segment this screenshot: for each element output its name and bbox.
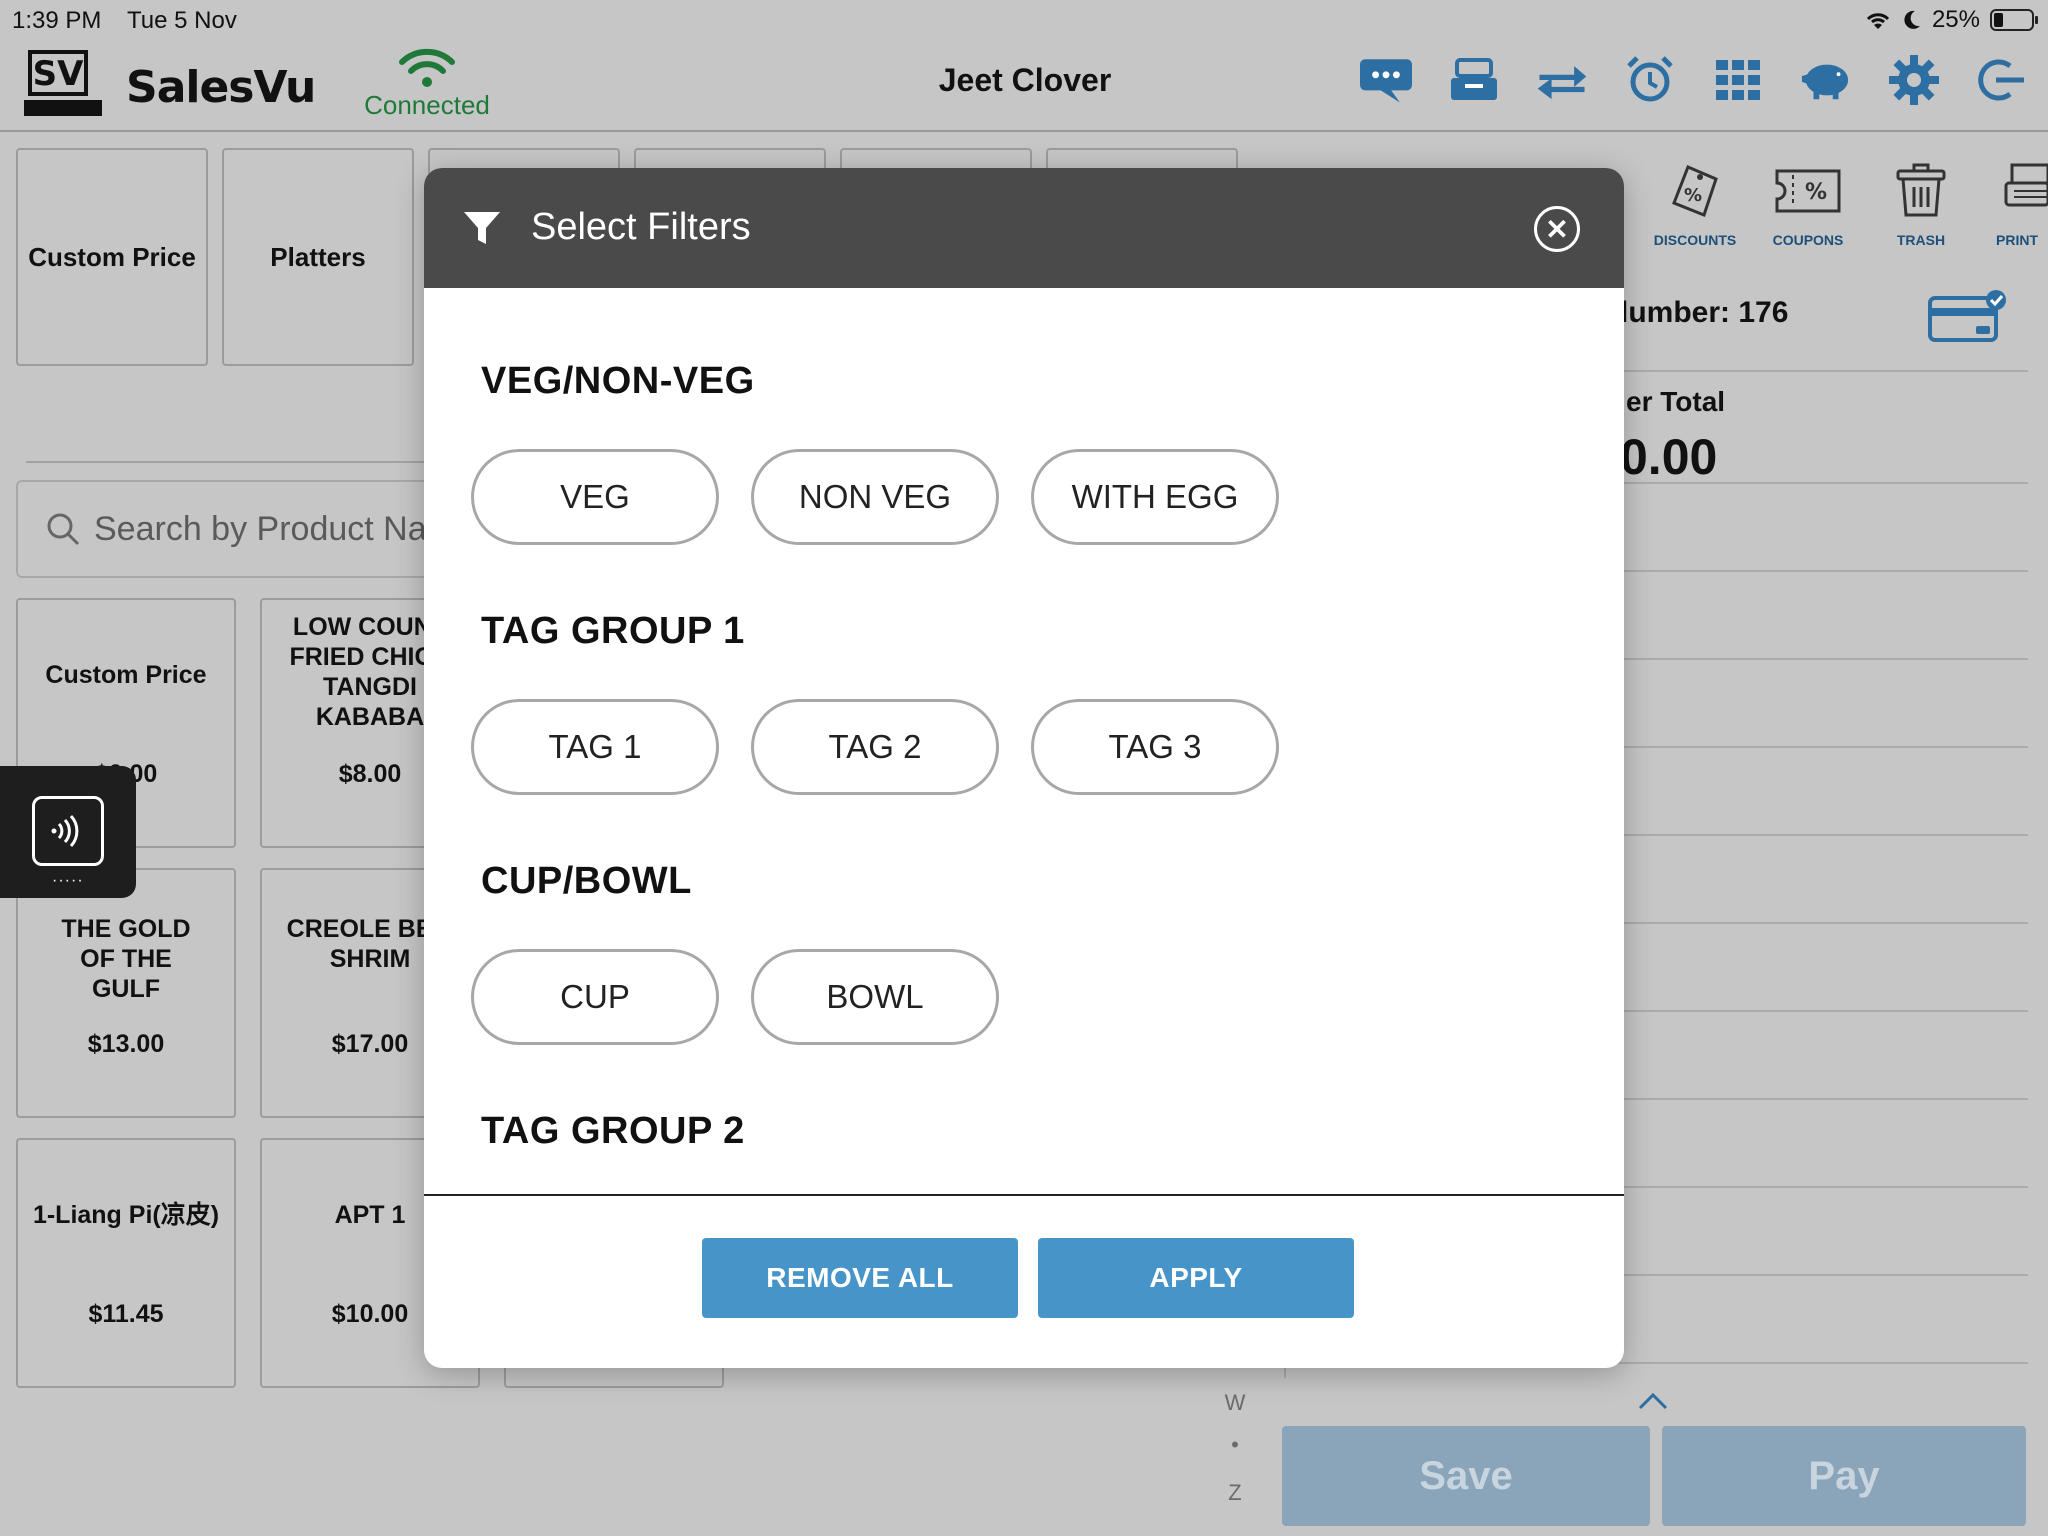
remove-all-button[interactable]: REMOVE ALL [702,1238,1018,1318]
filter-icon [464,212,500,244]
filter-chip-with-egg[interactable]: WITH EGG [1031,449,1279,545]
filter-group-title: VEG/NON-VEG [481,360,755,402]
filter-chip-tag-2[interactable]: TAG 2 [751,699,999,795]
dialog-header: Select Filters ✕ [424,168,1624,288]
close-icon[interactable]: ✕ [1534,206,1580,252]
dialog-footer-divider [424,1194,1624,1196]
filter-chip-tag-1[interactable]: TAG 1 [471,699,719,795]
filter-group-title: TAG GROUP 1 [481,610,745,652]
apply-button[interactable]: APPLY [1038,1238,1354,1318]
filter-group-title: TAG GROUP 2 [481,1110,745,1152]
dialog-title: Select Filters [531,206,751,248]
filter-group-title: CUP/BOWL [481,860,692,902]
modal-overlay: Select Filters ✕ VEG/NON-VEG VEG NON VEG… [0,0,2048,1536]
select-filters-dialog: Select Filters ✕ VEG/NON-VEG VEG NON VEG… [424,168,1624,1368]
filter-chip-veg[interactable]: VEG [471,449,719,545]
filter-chip-cup[interactable]: CUP [471,949,719,1045]
filter-chip-bowl[interactable]: BOWL [751,949,999,1045]
filter-chip-tag-3[interactable]: TAG 3 [1031,699,1279,795]
filter-chip-non-veg[interactable]: NON VEG [751,449,999,545]
